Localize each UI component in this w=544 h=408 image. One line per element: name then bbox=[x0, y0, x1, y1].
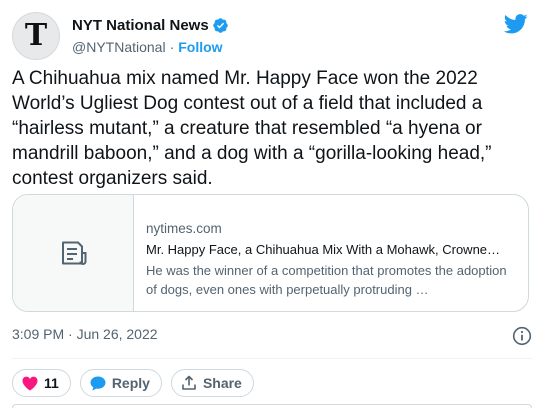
twitter-bird-icon[interactable] bbox=[504, 14, 528, 34]
card-description: He was the winner of a competition that … bbox=[146, 263, 507, 297]
share-icon bbox=[182, 375, 196, 390]
author-handle[interactable]: @NYTNational bbox=[72, 39, 166, 55]
info-icon[interactable] bbox=[512, 326, 532, 346]
reply-bubble-icon bbox=[90, 376, 106, 391]
share-button[interactable]: Share bbox=[170, 369, 254, 397]
nyt-logo: T bbox=[24, 18, 48, 53]
like-count: 11 bbox=[44, 375, 59, 391]
handle-row: @NYTNational · Follow bbox=[72, 37, 229, 57]
share-label: Share bbox=[202, 375, 242, 391]
card-domain: nytimes.com bbox=[146, 221, 222, 236]
tweet-text: A Chihuahua mix named Mr. Happy Face won… bbox=[12, 68, 492, 189]
article-icon bbox=[62, 241, 87, 265]
avatar[interactable]: T bbox=[12, 12, 60, 60]
separator: · bbox=[169, 39, 175, 55]
author-info: NYT National News @NYTNational · Follow bbox=[72, 15, 229, 57]
card-thumbnail bbox=[13, 195, 134, 311]
tweet-header: T NYT National News @NYTNational · Follo… bbox=[12, 12, 532, 62]
name-row: NYT National News bbox=[72, 15, 229, 35]
follow-button[interactable]: Follow bbox=[178, 39, 222, 55]
divider bbox=[12, 358, 532, 359]
tweet: T NYT National News @NYTNational · Follo… bbox=[0, 0, 544, 408]
card-title: Mr. Happy Face, a Chihuahua Mix With a M… bbox=[146, 242, 501, 257]
tweet-meta: 3:09 PM · Jun 26, 2022 bbox=[12, 326, 532, 346]
action-bar: 11 Reply Share bbox=[12, 369, 254, 397]
timestamp[interactable]: 3:09 PM · Jun 26, 2022 bbox=[12, 326, 158, 342]
verified-badge-icon bbox=[212, 17, 228, 33]
link-card[interactable]: nytimes.com Mr. Happy Face, a Chihuahua … bbox=[12, 194, 529, 312]
reply-button[interactable]: Reply bbox=[79, 369, 162, 397]
heart-icon bbox=[22, 376, 38, 390]
reply-label: Reply bbox=[111, 375, 150, 391]
card-body: nytimes.com Mr. Happy Face, a Chihuahua … bbox=[146, 219, 518, 299]
next-item-edge bbox=[12, 404, 532, 408]
like-button[interactable]: 11 bbox=[12, 369, 71, 397]
author-name[interactable]: NYT National News bbox=[72, 17, 209, 34]
